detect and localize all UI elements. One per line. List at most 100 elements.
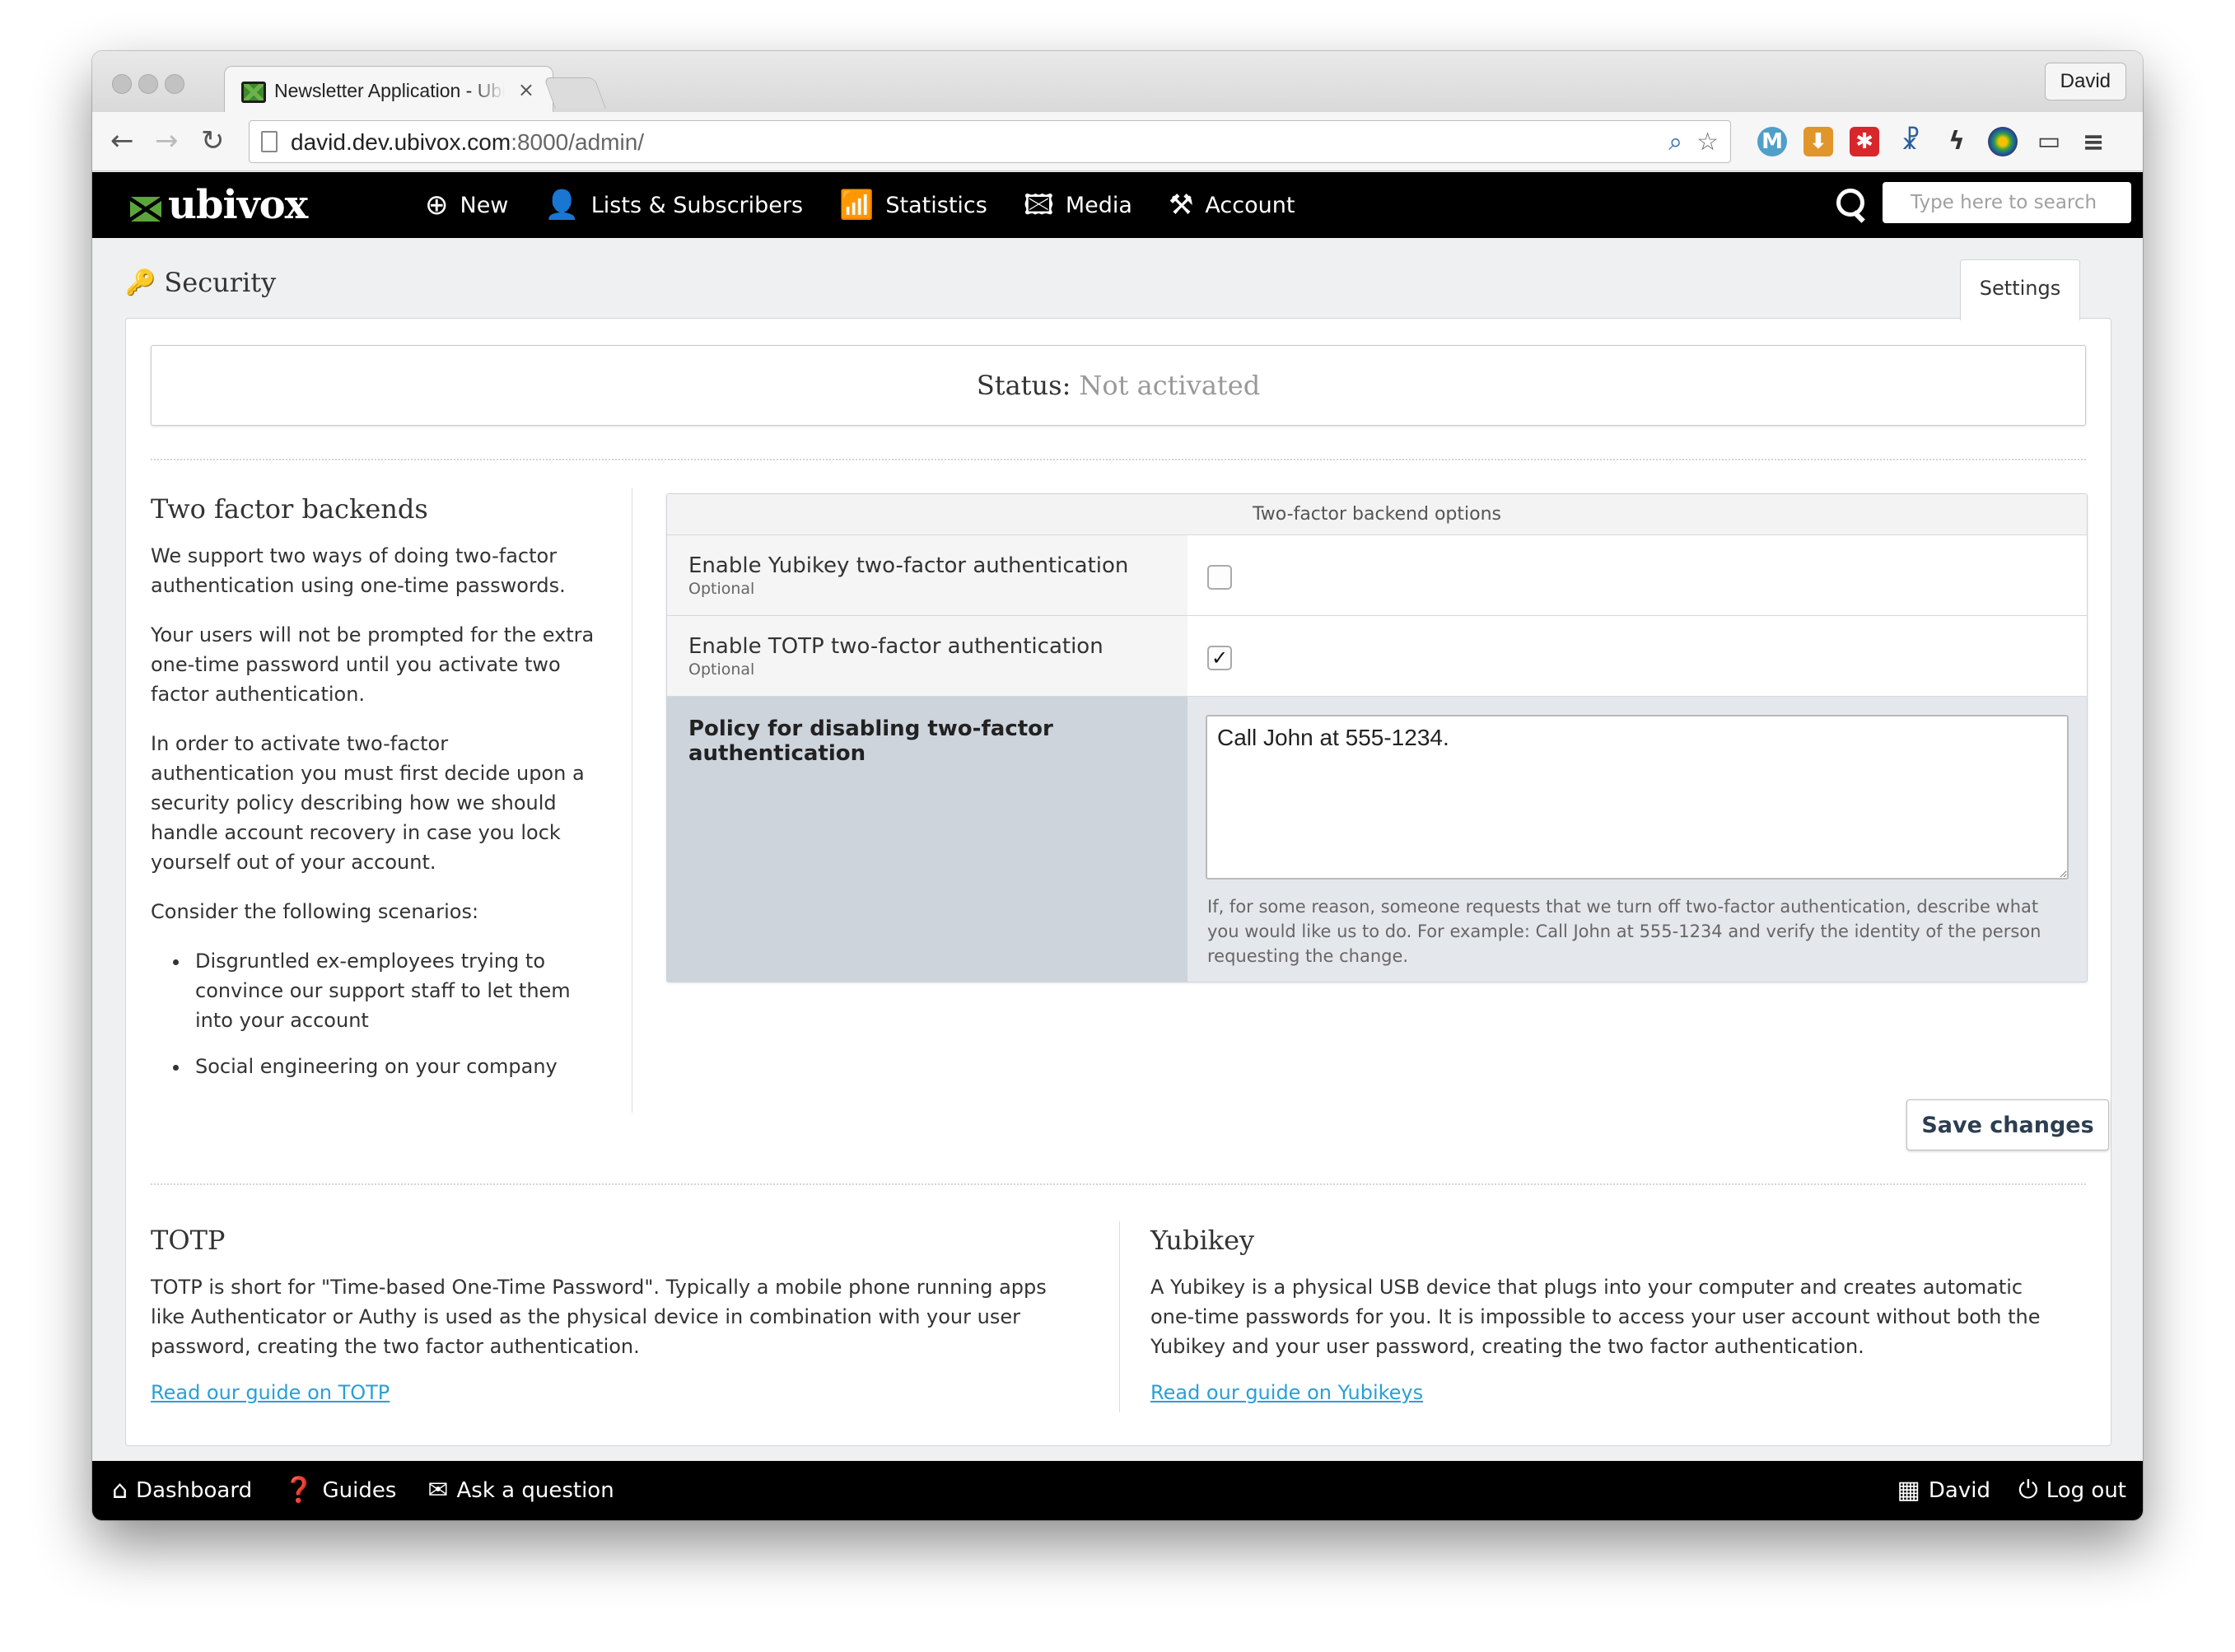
footer-ask-question-link[interactable]: ✉ Ask a question <box>427 1478 614 1504</box>
app-navbar: ubivox ⊕ New 👤 Lists & Subscribers 📶 Sta… <box>92 172 2143 238</box>
totp-text: TOTP is short for "Time-based One-Time P… <box>151 1276 1047 1358</box>
scenarios-list: Disgruntled ex-employees trying to convi… <box>190 946 595 1081</box>
backends-paragraph: In order to activate two-factor authenti… <box>151 732 585 874</box>
option-field: Call John at 555-1234. If, for some reas… <box>1187 697 2087 982</box>
security-panel: Status: Not activated Two factor backend… <box>125 318 2111 1446</box>
images-icon: 🖾 <box>1023 189 1054 222</box>
building-icon: ▦ <box>1897 1476 1920 1505</box>
footer-dashboard-link[interactable]: ⌂ Dashboard <box>112 1476 252 1505</box>
list-item: Social engineering on your company <box>190 1052 595 1081</box>
reload-icon[interactable]: ↻ <box>201 127 225 155</box>
window-zoom-button[interactable] <box>165 74 184 94</box>
footer-account-link[interactable]: ▦ David <box>1897 1476 1990 1505</box>
profile-button[interactable]: David <box>2044 63 2126 100</box>
home-icon: ⌂ <box>112 1476 128 1505</box>
option-label: Enable Yubikey two-factor authentication… <box>667 535 1187 615</box>
totp-section: TOTP TOTP is short for "Time-based One-T… <box>151 1225 1073 1404</box>
tab-close-icon[interactable]: × <box>518 78 534 101</box>
option-row-totp: Enable TOTP two-factor authentication Op… <box>667 616 2087 697</box>
options-header: Two-factor backend options <box>667 494 2087 535</box>
browser-tab[interactable]: Newsletter Application - Ubivox × <box>224 66 553 114</box>
backends-paragraph: We support two ways of doing two-factor … <box>151 544 566 597</box>
menu-item-lists-subscribers[interactable]: 👤 Lists & Subscribers <box>544 191 803 219</box>
extension-arrow-icon[interactable]: ⬇ <box>1803 127 1833 156</box>
status-box: Status: Not activated <box>151 345 2086 426</box>
list-item: Disgruntled ex-employees trying to convi… <box>190 946 595 1035</box>
key-icon: 🔑 <box>125 268 156 297</box>
page-header: 🔑 Security <box>125 267 276 298</box>
optional-hint: Optional <box>688 580 755 598</box>
url-text: david.dev.ubivox.com:8000/admin/ <box>291 129 645 155</box>
search-icon[interactable] <box>1835 187 1868 223</box>
menu-item-new[interactable]: ⊕ New <box>425 191 508 219</box>
bar-chart-icon: 📶 <box>839 189 875 222</box>
policy-textarea[interactable]: Call John at 555-1234. <box>1206 715 2069 880</box>
yubikey-label: Enable Yubikey two-factor authentication <box>688 553 1129 578</box>
power-icon: ⏻ <box>2018 1476 2038 1505</box>
policy-label: Policy for disabling two-factor authenti… <box>688 716 1053 766</box>
extension-m-icon[interactable]: M <box>1757 127 1787 156</box>
option-row-policy: Policy for disabling two-factor authenti… <box>667 697 2087 982</box>
option-label: Policy for disabling two-factor authenti… <box>667 697 1187 982</box>
menu-item-account[interactable]: ⚒ Account <box>1169 191 1295 219</box>
tools-icon: ⚒ <box>1168 189 1194 222</box>
bookmark-star-icon[interactable]: ☆ <box>1696 128 1719 156</box>
menu-item-statistics[interactable]: 📶 Statistics <box>839 191 987 219</box>
forward-icon[interactable]: → <box>155 127 179 155</box>
yubikey-guide-link[interactable]: Read our guide on Yubikeys <box>1150 1381 1423 1404</box>
divider <box>151 459 2086 460</box>
backends-paragraph: Consider the following scenarios: <box>151 900 479 923</box>
save-changes-button[interactable]: Save changes <box>1906 1099 2109 1150</box>
status-value: Not activated <box>1079 370 1261 401</box>
main-menu: ⊕ New 👤 Lists & Subscribers 📶 Statistics… <box>425 172 1331 238</box>
extension-lastpass-icon[interactable]: ✱ <box>1850 127 1879 156</box>
yubikey-heading: Yubikey <box>1150 1225 1255 1256</box>
option-field <box>1187 535 2087 615</box>
status-label: Status: <box>976 370 1071 401</box>
search-zoom-icon[interactable]: ⌕ <box>1668 128 1682 156</box>
yubikey-section: Yubikey A Yubikey is a physical USB devi… <box>1150 1225 2073 1404</box>
cast-icon[interactable]: ▭ <box>2034 127 2064 156</box>
extension-person-icon[interactable]: ☧ <box>1896 127 1925 156</box>
backends-description: Two factor backends We support two ways … <box>151 493 595 1098</box>
browser-window: Newsletter Application - Ubivox × David … <box>92 51 2143 1520</box>
backend-options-table: Two-factor backend options Enable Yubike… <box>666 493 2088 982</box>
extension-chrome-icon[interactable] <box>1988 127 2018 156</box>
ubivox-logo[interactable]: ubivox <box>130 180 308 230</box>
question-circle-icon: ❓ <box>283 1476 315 1505</box>
yubikey-checkbox[interactable] <box>1207 565 1232 590</box>
footer-logout-link[interactable]: ⏻ Log out <box>2018 1476 2126 1505</box>
browser-toolbar: ← → ↻ david.dev.ubivox.com:8000/admin/ ⌕… <box>92 112 2143 171</box>
footer-left: ⌂ Dashboard ❓ Guides ✉ Ask a question <box>112 1461 646 1520</box>
backends-paragraph: Your users will not be prompted for the … <box>151 623 595 706</box>
window-minimize-button[interactable] <box>138 74 158 94</box>
yubikey-text: A Yubikey is a physical USB device that … <box>1150 1276 2041 1358</box>
footer-right: ▦ David ⏻ Log out <box>1869 1461 2126 1520</box>
menu-icon[interactable]: ≡ <box>2079 127 2108 156</box>
totp-label: Enable TOTP two-factor authentication <box>688 634 1104 659</box>
search-input[interactable] <box>1883 182 2131 223</box>
divider <box>151 1183 2086 1185</box>
totp-checkbox[interactable]: ✓ <box>1207 646 1232 670</box>
backends-heading: Two factor backends <box>151 493 428 525</box>
column-separator <box>1119 1221 1120 1412</box>
users-icon: 👤 <box>544 189 580 222</box>
page-title: Security <box>164 267 277 298</box>
address-bar[interactable]: david.dev.ubivox.com:8000/admin/ ⌕ ☆ <box>249 120 1731 163</box>
app-footer: ⌂ Dashboard ❓ Guides ✉ Ask a question ▦ … <box>92 1461 2143 1520</box>
envelope-logo-icon <box>130 197 161 222</box>
option-field: ✓ <box>1187 616 2087 696</box>
menu-item-media[interactable]: 🖾 Media <box>1024 191 1132 219</box>
tab-settings[interactable]: Settings <box>1960 259 2080 320</box>
back-icon[interactable]: ← <box>110 127 134 155</box>
plus-circle-icon: ⊕ <box>425 189 449 222</box>
new-tab-button[interactable] <box>544 77 606 109</box>
footer-guides-link[interactable]: ❓ Guides <box>283 1476 396 1505</box>
extension-bolt-icon[interactable]: ϟ <box>1942 127 1971 156</box>
option-row-yubikey: Enable Yubikey two-factor authentication… <box>667 535 2087 616</box>
window-close-button[interactable] <box>112 74 132 94</box>
policy-help-text: If, for some reason, someone requests th… <box>1207 897 2041 966</box>
totp-guide-link[interactable]: Read our guide on TOTP <box>151 1381 390 1404</box>
option-label: Enable TOTP two-factor authentication Op… <box>667 616 1187 696</box>
tab-strip: Newsletter Application - Ubivox × David <box>92 51 2143 114</box>
